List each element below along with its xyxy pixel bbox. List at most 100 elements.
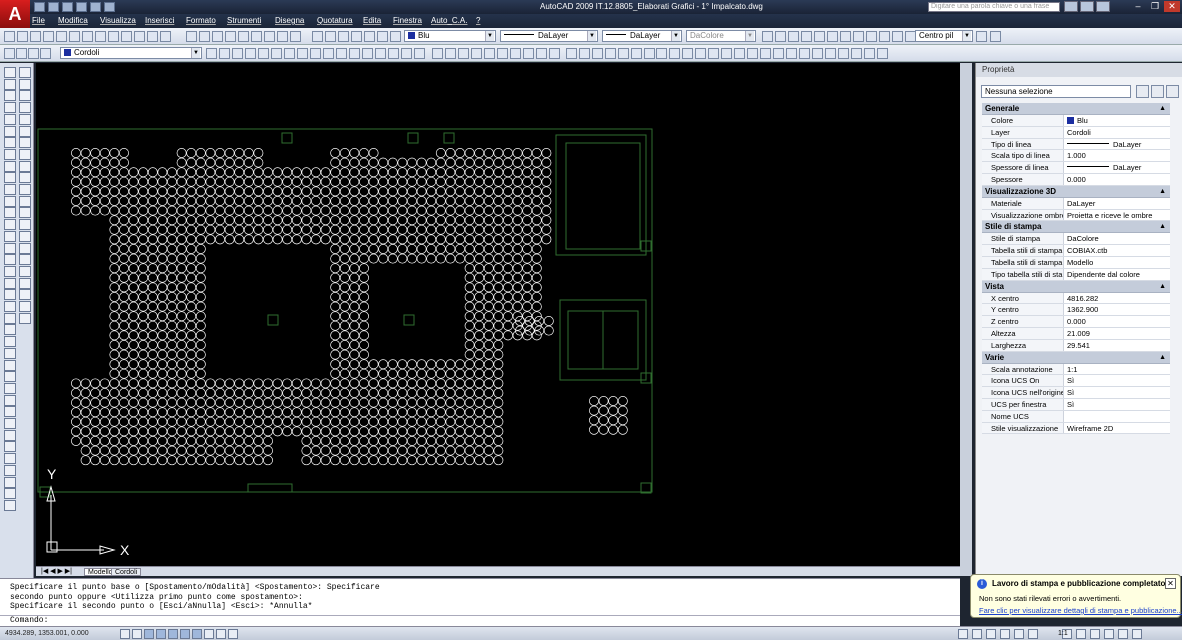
favorites-icon[interactable] [1096, 1, 1110, 12]
region-tool-icon[interactable] [4, 336, 16, 348]
arc-tool-icon[interactable] [19, 90, 31, 102]
line-tool-icon[interactable] [4, 67, 16, 78]
redo-icon[interactable] [827, 31, 838, 42]
stretch-tool-icon[interactable] [4, 207, 16, 219]
region-tool-icon[interactable] [19, 137, 31, 149]
quick-view-drawings-icon[interactable] [986, 629, 996, 639]
clean-screen-icon[interactable] [1132, 629, 1142, 639]
break-tool-icon[interactable] [4, 499, 16, 511]
polyline-tool-icon[interactable] [4, 78, 16, 90]
open-icon[interactable] [48, 2, 59, 12]
model-space-icon[interactable] [958, 629, 968, 639]
point-tool-icon[interactable] [4, 125, 16, 137]
lock-icon[interactable] [219, 48, 230, 59]
mirror-tool-icon[interactable] [4, 172, 16, 184]
point-tool-icon[interactable] [4, 312, 16, 324]
collapse-icon[interactable]: ▲ [1159, 103, 1166, 115]
property-row[interactable]: Tabella stili di stampa COBIAX.ctb [982, 245, 1170, 257]
linetype-combo[interactable]: DaLayer ▼ [500, 30, 598, 42]
property-value[interactable]: 1:1 [1064, 364, 1170, 375]
move-icon[interactable] [812, 48, 823, 59]
toggle-pickadd-icon[interactable] [1136, 85, 1149, 98]
property-row[interactable]: UCS per finestra Sì [982, 398, 1170, 411]
rotate-icon[interactable] [838, 48, 849, 59]
property-row[interactable]: Y centro 1362.900 [982, 304, 1170, 317]
copy-icon[interactable] [775, 31, 786, 42]
break-icon[interactable] [362, 48, 373, 59]
auto-scale-icon[interactable] [1090, 629, 1100, 639]
copy-icon[interactable] [95, 31, 106, 42]
preview-icon[interactable] [377, 31, 388, 42]
undo-icon[interactable] [814, 31, 825, 42]
layer-iso-icon[interactable] [773, 48, 784, 59]
text-icon[interactable] [432, 48, 443, 59]
selection-combo[interactable]: Nessuna selezione [981, 85, 1131, 98]
fillet-tool-icon[interactable] [4, 242, 16, 254]
redo-icon[interactable] [104, 2, 115, 12]
fillet-icon[interactable] [695, 48, 706, 59]
menu-item-visualizza[interactable]: Visualizza [100, 16, 136, 25]
property-value[interactable]: Blu [1064, 115, 1170, 126]
property-row[interactable]: Colore Blu [982, 115, 1170, 127]
quick-properties-toggle-icon[interactable] [228, 629, 238, 639]
move-icon[interactable] [523, 48, 534, 59]
lock-icon[interactable] [510, 48, 521, 59]
hatch-tool-icon[interactable] [19, 312, 31, 324]
property-row[interactable]: X centro 4816.282 [982, 292, 1170, 305]
section-generale[interactable]: Generale ▲ [982, 103, 1170, 115]
circle-tool-icon[interactable] [4, 102, 16, 114]
block-tool-icon[interactable] [19, 301, 31, 312]
spline-tool-icon[interactable] [19, 289, 31, 301]
copy-icon[interactable] [825, 48, 836, 59]
polyline-tool-icon[interactable] [4, 265, 16, 277]
chamfer-icon[interactable] [682, 48, 693, 59]
copy-tool-icon[interactable] [19, 160, 31, 172]
scale-icon[interactable] [851, 48, 862, 59]
extend-tool-icon[interactable] [4, 219, 16, 231]
property-row[interactable]: Altezza 21.009 [982, 327, 1170, 340]
fillet-icon[interactable] [401, 48, 412, 59]
annotation-scale[interactable]: 1:1 [1058, 630, 1068, 637]
menu-item-strumenti[interactable]: Strumenti [227, 16, 261, 25]
extend-tool-icon[interactable] [4, 488, 16, 500]
property-value[interactable]: DaColore [1064, 233, 1170, 244]
tab-cordoli[interactable]: Cordoli [111, 568, 142, 576]
command-input[interactable]: Comando: [0, 615, 960, 626]
grid-toggle-icon[interactable] [132, 629, 142, 639]
table-tool-icon[interactable] [4, 148, 16, 160]
layer-manager-icon[interactable] [734, 48, 745, 59]
freeze-icon[interactable] [497, 48, 508, 59]
lock-icon[interactable] [799, 48, 810, 59]
dyn-toggle-icon[interactable] [204, 629, 214, 639]
layer-state-icon[interactable] [747, 48, 758, 59]
scale-tool-icon[interactable] [19, 195, 31, 207]
scale-icon[interactable] [566, 48, 577, 59]
mtext-tool-icon[interactable] [4, 359, 16, 371]
rectangle-tool-icon[interactable] [4, 277, 16, 289]
zoom-icon[interactable] [853, 31, 864, 42]
copy-icon[interactable] [536, 48, 547, 59]
property-row[interactable]: Tabella stili di stampa ... Modello [982, 256, 1170, 269]
ellipse-tool-icon[interactable] [4, 113, 16, 125]
section-visualizzazione-3d[interactable]: Visualizzazione 3D ▲ [982, 185, 1170, 198]
minimize-button[interactable]: – [1130, 1, 1146, 12]
property-row[interactable]: Tipo tabella stili di sta... Dipendente d… [982, 268, 1170, 281]
tab-nav-arrows[interactable]: |◀ ◀ ▶ ▶| [38, 568, 75, 576]
break-icon[interactable] [656, 48, 667, 59]
snap-toggle-icon[interactable] [120, 629, 130, 639]
hatch-tool-icon[interactable] [19, 125, 31, 137]
osnap-toggle-icon[interactable] [168, 629, 178, 639]
application-menu-button[interactable]: A [0, 0, 30, 28]
pan-icon[interactable] [160, 31, 171, 42]
text-icon[interactable] [721, 48, 732, 59]
join-icon[interactable] [669, 48, 680, 59]
mtext-tool-icon[interactable] [19, 148, 31, 160]
otrack-toggle-icon[interactable] [180, 629, 190, 639]
move-tool-icon[interactable] [4, 429, 16, 441]
extend-icon[interactable] [349, 48, 360, 59]
rectangle-tool-icon[interactable] [4, 90, 16, 102]
stretch-icon[interactable] [579, 48, 590, 59]
rotate-icon[interactable] [258, 48, 269, 59]
steering-wheel-icon[interactable] [1028, 629, 1038, 639]
array-icon[interactable] [323, 48, 334, 59]
